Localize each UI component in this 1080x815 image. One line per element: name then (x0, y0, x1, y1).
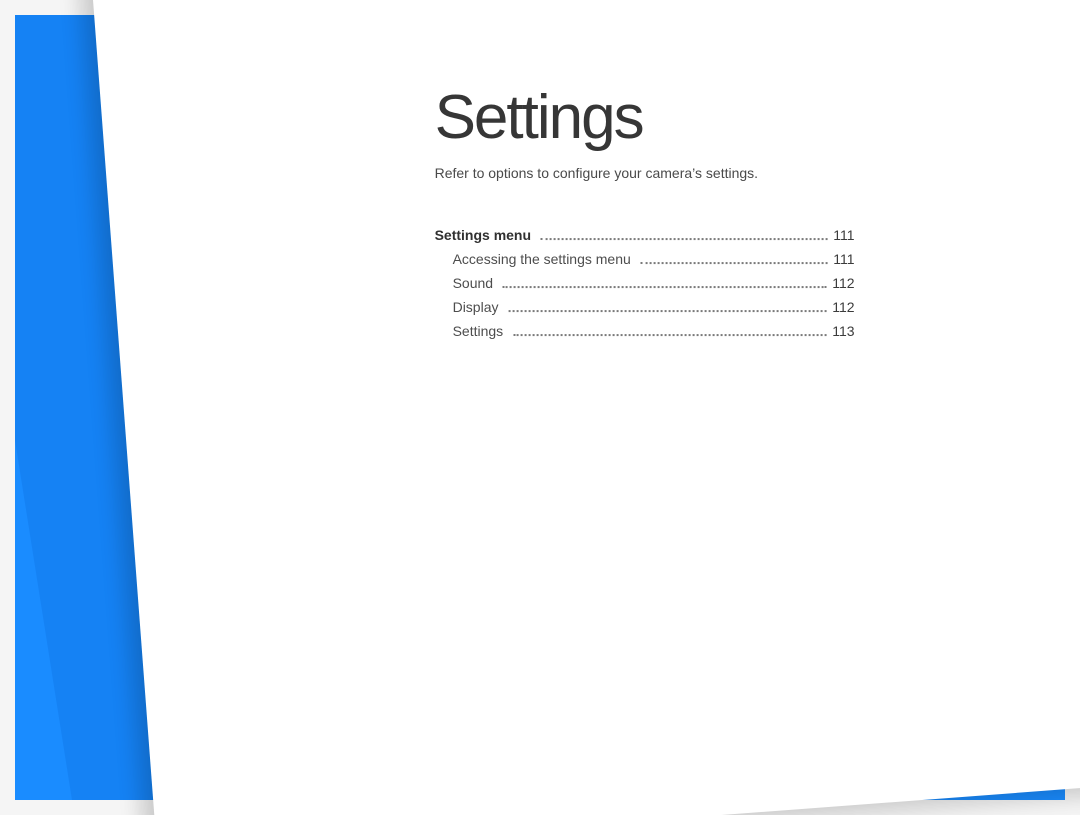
toc-item-label: Settings (435, 323, 504, 339)
toc-item-label: Display (435, 299, 499, 315)
toc-section-page: 111 (833, 227, 854, 243)
toc-leader-dots (503, 286, 826, 288)
toc-leader-dots (513, 334, 826, 336)
toc-item-label: Sound (435, 275, 493, 291)
toc-leader-dots (541, 238, 827, 240)
toc-section-label: Settings menu (435, 227, 531, 243)
toc-leader-dots (508, 310, 826, 312)
toc-item-page: 111 (833, 251, 854, 267)
toc-section-row[interactable]: Settings menu 111 (435, 227, 855, 243)
page-subtitle: Refer to options to configure your camer… (435, 165, 955, 181)
toc-item-page: 112 (832, 299, 854, 315)
toc-item-row[interactable]: Settings 113 (435, 323, 855, 339)
toc-item-row[interactable]: Accessing the settings menu 111 (435, 251, 855, 267)
toc-item-row[interactable]: Display 112 (435, 299, 855, 315)
table-of-contents: Settings menu 111 Accessing the settings… (435, 227, 855, 339)
toc-leader-dots (641, 262, 828, 264)
toc-item-row[interactable]: Sound 112 (435, 275, 855, 291)
toc-item-page: 112 (832, 275, 854, 291)
toc-item-page: 113 (832, 323, 854, 339)
document-page: Settings Refer to options to configure y… (90, 0, 1080, 815)
toc-item-label: Accessing the settings menu (435, 251, 631, 267)
page-title: Settings (435, 82, 955, 153)
